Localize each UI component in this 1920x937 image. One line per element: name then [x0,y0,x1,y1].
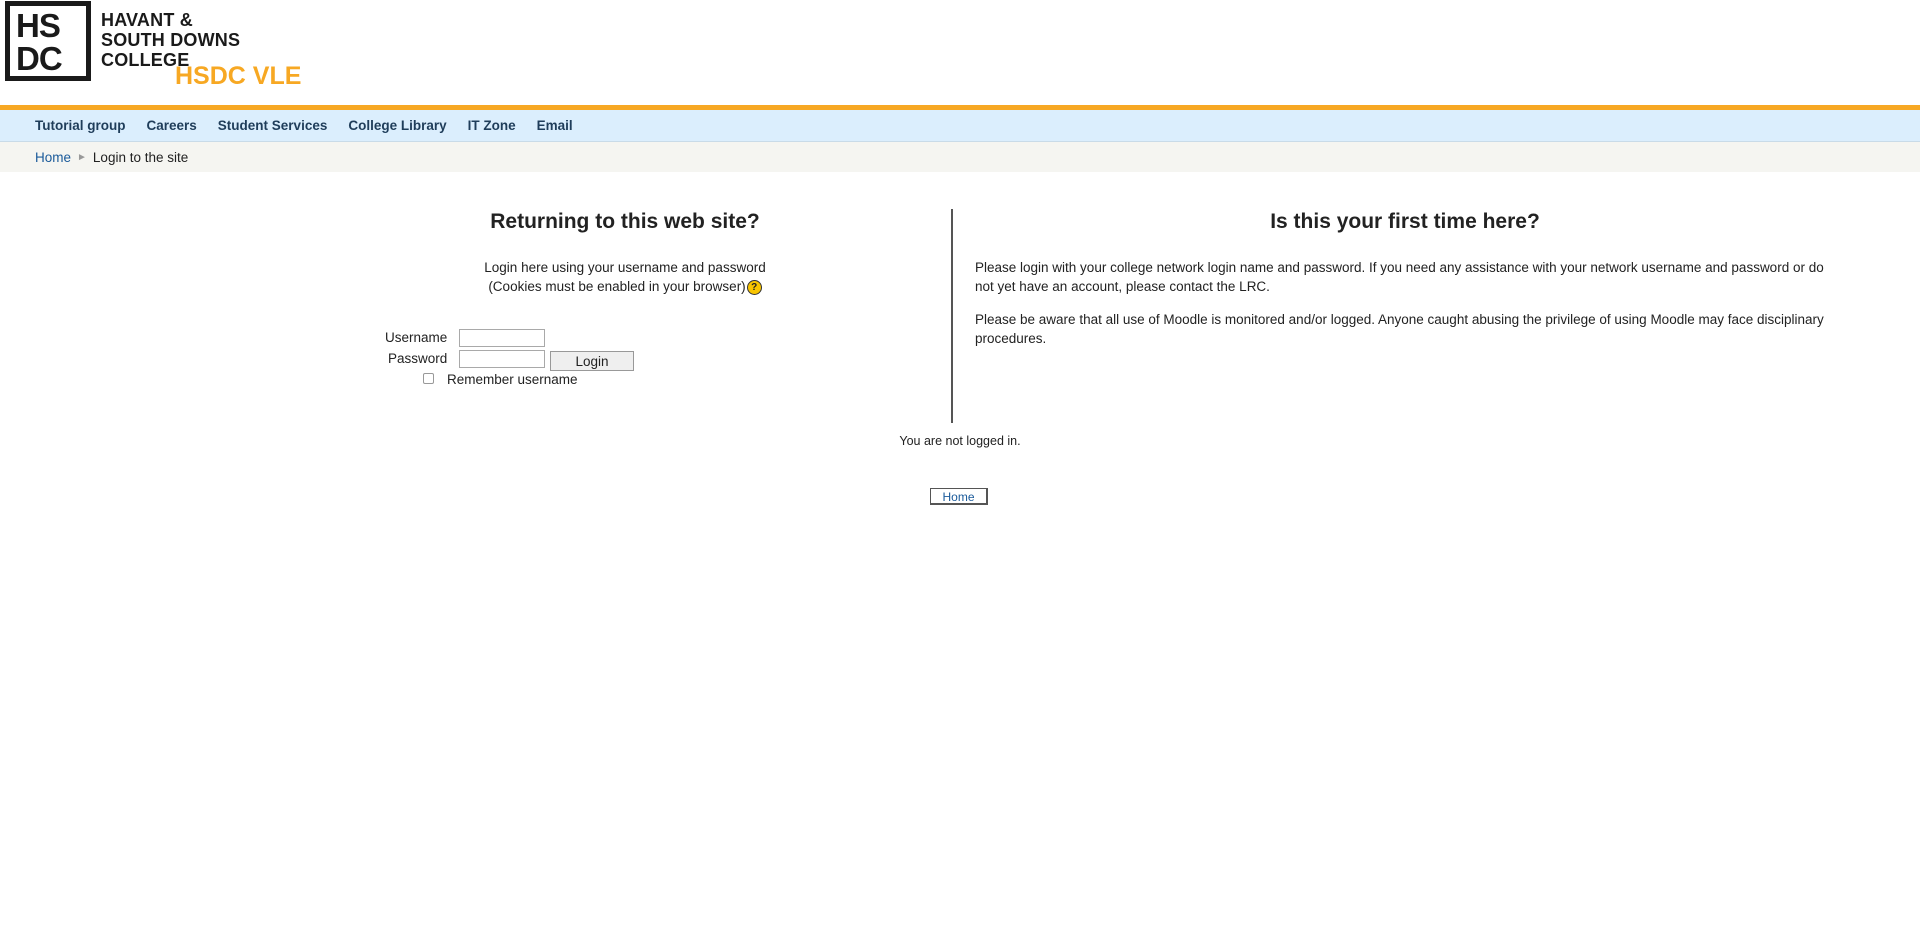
nav-item-college-library[interactable]: College Library [348,118,446,133]
college-logo[interactable]: HS DC [5,1,91,81]
help-icon[interactable]: ? [746,279,762,295]
login-desc-line1: Login here using your username and passw… [484,260,766,275]
breadcrumb-separator-icon: ► [77,151,87,163]
college-name: HAVANT & SOUTH DOWNS COLLEGE [101,10,240,70]
first-time-para2: Please be aware that all use of Moodle i… [975,312,1824,346]
nav-item-tutorial-group[interactable]: Tutorial group [35,118,126,133]
login-description: Login here using your username and passw… [300,258,950,296]
site-title: HSDC VLE [175,62,302,90]
username-input[interactable] [459,329,545,347]
first-time-panel: Is this your first time here? Please log… [975,210,1835,348]
college-name-line: HAVANT & [101,10,193,30]
nav-item-it-zone[interactable]: IT Zone [468,118,516,133]
page-header: HS DC HAVANT & SOUTH DOWNS COLLEGE HSDC … [0,0,1920,110]
nav-item-careers[interactable]: Careers [147,118,197,133]
login-panel: Returning to this web site? Login here u… [300,210,950,296]
login-status: You are not logged in. [899,434,1021,448]
login-desc-line2: (Cookies must be enabled in your browser… [488,279,746,294]
username-label: Username [385,330,448,345]
breadcrumb-home-link[interactable]: Home [35,150,71,165]
remember-username-label: Remember username [447,372,578,387]
footer-home-link[interactable]: Home [930,488,988,505]
panel-divider [951,209,953,423]
main-nav: Tutorial group Careers Student Services … [0,110,1920,142]
nav-item-email[interactable]: Email [537,118,573,133]
logo-text-line2: DC [16,40,63,77]
login-button[interactable]: Login [550,351,634,371]
login-heading: Returning to this web site? [490,210,760,233]
breadcrumb-current: Login to the site [92,149,189,165]
college-name-line: SOUTH DOWNS [101,30,241,50]
logo-text-line1: HS [16,7,61,44]
first-time-para1: Please login with your college network l… [975,260,1824,294]
first-time-heading: Is this your first time here? [1270,210,1540,233]
remember-username-checkbox[interactable] [423,373,434,384]
nav-item-student-services[interactable]: Student Services [218,118,328,133]
password-input[interactable] [459,350,545,368]
breadcrumb: Home ► Login to the site [0,142,1920,172]
password-label: Password [388,351,448,366]
main-content: Returning to this web site? Login here u… [0,172,1920,772]
